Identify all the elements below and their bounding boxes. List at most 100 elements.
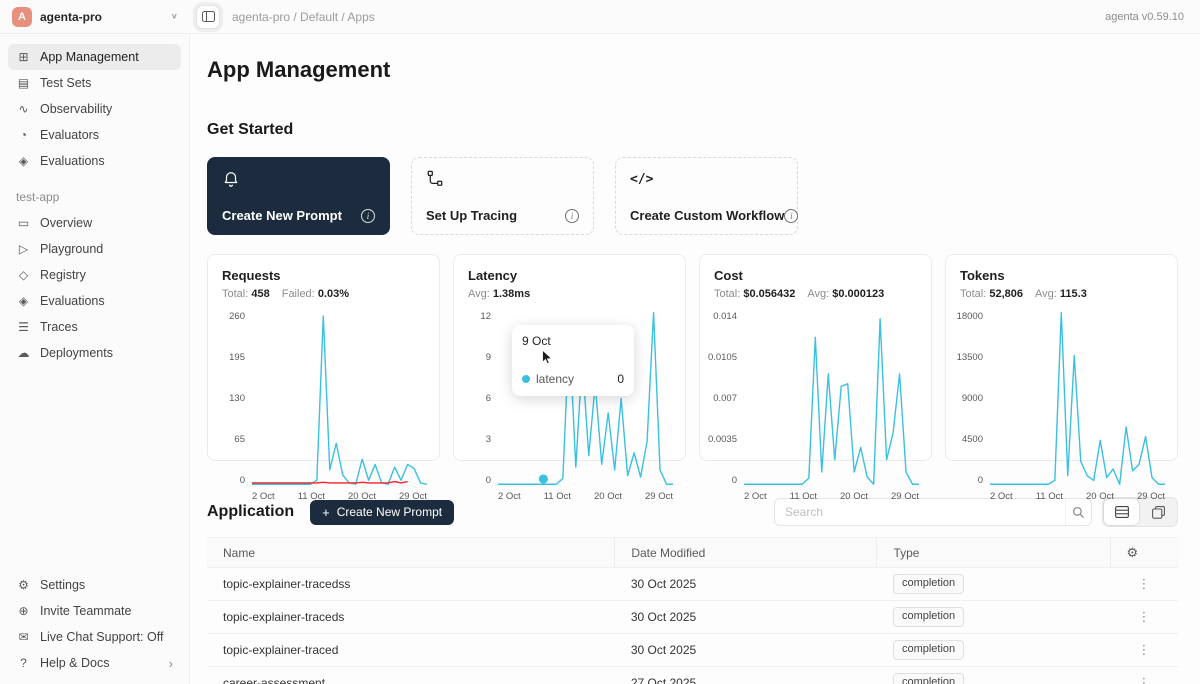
cursor-icon [540, 349, 553, 370]
cost-chart[interactable] [744, 311, 919, 486]
info-icon[interactable]: i [784, 209, 798, 223]
table-view-button[interactable] [1103, 498, 1140, 526]
sidebar-item-live-chat-support[interactable]: ✉ Live Chat Support: Off [8, 624, 181, 650]
card-label: Create Custom Workflow [630, 208, 784, 223]
breadcrumb[interactable]: agenta-pro / Default / Apps [232, 10, 375, 24]
set-up-tracing-card[interactable]: Set Up Tracing i [411, 157, 594, 235]
help-docs-icon: ? [16, 656, 31, 670]
metric-stats: Total: $0.056432Avg: $0.000123 [714, 288, 917, 300]
sidebar-item-registry[interactable]: ◇ Registry [8, 262, 181, 288]
axis-corner [954, 486, 990, 502]
sidebar: ⊞ App Management ▤ Test Sets ∿ Observabi… [0, 34, 190, 684]
column-header-name: Name [207, 538, 615, 568]
chevron-right-icon: › [169, 656, 173, 671]
x-axis-labels: 2 Oct11 Oct20 Oct29 Oct [252, 486, 427, 502]
metric-title: Cost [714, 268, 917, 283]
plus-icon: + [322, 506, 330, 519]
x-axis-labels: 2 Oct11 Oct20 Oct29 Oct [990, 486, 1165, 502]
column-header-type: Type [877, 538, 1110, 568]
sidebar-bottom: ⚙ Settings ⊕ Invite Teammate ✉ Live Chat… [8, 572, 181, 676]
y-axis-labels: 260195130650 [216, 311, 252, 486]
overview-icon: ▭ [16, 216, 31, 230]
application-header: Application + Create New Prompt [207, 498, 1178, 526]
create-new-prompt-button[interactable]: + Create New Prompt [310, 500, 454, 525]
info-icon[interactable]: i [565, 209, 579, 223]
search-button[interactable] [1065, 499, 1091, 525]
sidebar-item-label: Invite Teammate [40, 604, 131, 618]
card-label: Create New Prompt [222, 208, 342, 223]
chevron-down-icon: ∨ [171, 12, 178, 21]
tooltip-series-label: latency [536, 372, 574, 386]
table-row[interactable]: topic-explainer-traceds 30 Oct 2025 comp… [207, 601, 1178, 634]
main-content: App Management Get Started Create New Pr… [191, 34, 1200, 684]
invite-teammate-icon: ⊕ [16, 604, 31, 618]
row-menu-icon[interactable]: ⋮ [1134, 576, 1155, 591]
evaluations-icon: ◈ [16, 154, 31, 168]
observability-icon: ∿ [16, 102, 31, 116]
sidebar-item-settings[interactable]: ⚙ Settings [8, 572, 181, 598]
row-menu-icon[interactable]: ⋮ [1134, 675, 1155, 684]
table-row[interactable]: topic-explainer-traced 30 Oct 2025 compl… [207, 634, 1178, 667]
column-header-date-modified: Date Modified [615, 538, 877, 568]
code-icon: </> [630, 169, 783, 189]
create-new-prompt-card[interactable]: Create New Prompt i [207, 157, 390, 235]
sidebar-item-app-evaluations[interactable]: ◈ Evaluations [8, 288, 181, 314]
app-type-badge: completion [893, 640, 964, 660]
test-sets-icon: ▤ [16, 76, 31, 90]
info-icon[interactable]: i [361, 209, 375, 223]
sidebar-item-overview[interactable]: ▭ Overview [8, 210, 181, 236]
table-settings-gear-icon[interactable]: ⚙ [1127, 545, 1139, 560]
card-view-icon [1152, 506, 1165, 519]
metric-title: Tokens [960, 268, 1163, 283]
table-view-icon [1115, 506, 1129, 518]
workspace-name: agenta-pro [40, 10, 102, 24]
table-header-row: Name Date Modified Type ⚙ [207, 538, 1178, 568]
metric-stat: Avg: $0.000123 [807, 288, 884, 300]
metric-card-latency: Latency Avg: 1.38ms 129630 2 Oct11 Oct20… [453, 254, 686, 461]
requests-chart[interactable] [252, 311, 427, 486]
evaluations-icon: ◈ [16, 294, 31, 308]
settings-gear-icon: ⚙ [16, 578, 31, 592]
sidebar-item-traces[interactable]: ☰ Traces [8, 314, 181, 340]
sidebar-item-label: Test Sets [40, 76, 91, 90]
sidebar-item-evaluators[interactable]: ◔ Evaluators [8, 122, 181, 148]
sidebar-item-help-docs[interactable]: ? Help & Docs › [8, 650, 181, 676]
sidebar-item-test-sets[interactable]: ▤ Test Sets [8, 70, 181, 96]
sidebar-item-label: Observability [40, 102, 112, 116]
app-name: career-assessment [207, 667, 615, 684]
workspace-selector[interactable]: A agenta-pro ∨ [0, 0, 190, 34]
sidebar-item-playground[interactable]: ▷ Playground [8, 236, 181, 262]
app-name: topic-explainer-traced [207, 634, 615, 667]
create-button-label: Create New Prompt [337, 505, 442, 519]
bell-icon [222, 169, 375, 189]
page-title: App Management [207, 56, 1178, 84]
tokens-chart[interactable] [990, 311, 1165, 486]
app-date-modified: 30 Oct 2025 [615, 601, 877, 634]
metric-stat: Total: 458 [222, 288, 270, 300]
sidebar-item-observability[interactable]: ∿ Observability [8, 96, 181, 122]
sidebar-item-app-management[interactable]: ⊞ App Management [8, 44, 181, 70]
row-menu-icon[interactable]: ⋮ [1134, 609, 1155, 624]
x-axis-labels: 2 Oct11 Oct20 Oct29 Oct [744, 486, 919, 502]
create-custom-workflow-card[interactable]: </> Create Custom Workflow i [615, 157, 798, 235]
sidebar-toggle-button[interactable] [196, 5, 220, 29]
sidebar-item-label: Evaluators [40, 128, 99, 142]
metric-stats: Total: 458Failed: 0.03% [222, 288, 425, 300]
search-input[interactable] [775, 505, 1065, 519]
metric-stat: Total: 52,806 [960, 288, 1023, 300]
topbar: A agenta-pro ∨ agenta-pro / Default / Ap… [0, 0, 1200, 34]
row-menu-icon[interactable]: ⋮ [1134, 642, 1155, 657]
chart-area: 1800013500900045000 2 Oct11 Oct20 Oct29 … [954, 311, 1165, 452]
table-row[interactable]: career-assessment 27 Oct 2025 completion… [207, 667, 1178, 684]
table-row[interactable]: topic-explainer-tracedss 30 Oct 2025 com… [207, 568, 1178, 601]
sidebar-item-invite-teammate[interactable]: ⊕ Invite Teammate [8, 598, 181, 624]
sidebar-item-evaluations[interactable]: ◈ Evaluations [8, 148, 181, 174]
app-date-modified: 30 Oct 2025 [615, 568, 877, 601]
y-axis-labels: 0.0140.01050.0070.00350 [708, 311, 744, 486]
evaluators-icon: ◔ [16, 128, 31, 142]
metrics-row: Requests Total: 458Failed: 0.03% 2601951… [207, 254, 1178, 461]
sidebar-item-label: Settings [40, 578, 85, 592]
card-view-button[interactable] [1140, 498, 1177, 526]
sidebar-item-label: Playground [40, 242, 103, 256]
sidebar-item-deployments[interactable]: ☁ Deployments [8, 340, 181, 366]
